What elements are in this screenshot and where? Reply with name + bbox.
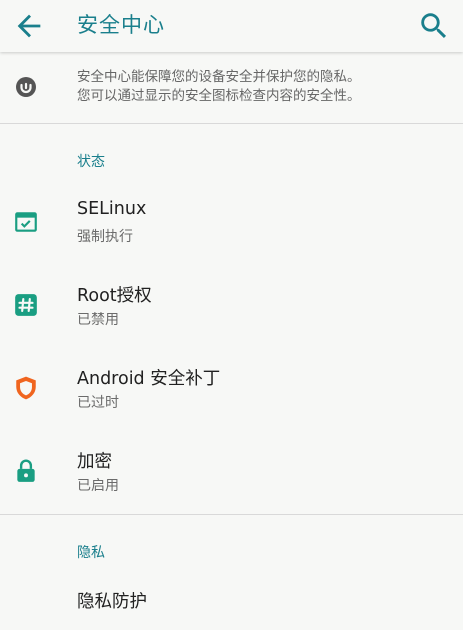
item-title: 隐私防护 — [77, 592, 147, 612]
item-title: SELinux — [77, 199, 147, 219]
status-item-security-patch[interactable]: Android 安全补丁 已过时 — [0, 347, 463, 427]
info-banner: 安全中心能保障您的设备安全并保护您的隐私。 您可以通过显示的安全图标检查内容的安… — [0, 52, 463, 124]
item-title: Android 安全补丁 — [77, 369, 221, 389]
lock-icon — [17, 459, 35, 482]
app-bar: 安全中心 — [0, 0, 463, 52]
item-title: 加密 — [77, 452, 112, 472]
section-header-status: 状态 — [77, 154, 105, 170]
status-item-selinux[interactable]: SELinux 强制执行 — [0, 181, 463, 261]
section-divider — [0, 514, 463, 515]
back-button[interactable] — [12, 9, 46, 43]
shield-icon — [16, 376, 36, 400]
search-button[interactable] — [417, 9, 451, 43]
item-subtitle: 已禁用 — [77, 312, 119, 328]
guard-icon — [16, 77, 36, 97]
back-arrow-icon — [17, 14, 41, 38]
info-text: 安全中心能保障您的设备安全并保护您的隐私。 您可以通过显示的安全图标检查内容的安… — [77, 68, 447, 106]
item-subtitle: 已过时 — [77, 395, 119, 411]
hashtag-icon — [15, 294, 37, 316]
section-header-privacy: 隐私 — [77, 545, 105, 561]
item-title: Root授权 — [77, 286, 152, 306]
browser-check-icon — [15, 212, 37, 232]
item-subtitle: 强制执行 — [77, 229, 133, 245]
privacy-item-protection[interactable]: 隐私防护 — [0, 570, 463, 630]
info-line-2: 您可以通过显示的安全图标检查内容的安全性。 — [77, 88, 361, 104]
page-title: 安全中心 — [77, 13, 165, 37]
item-subtitle: 已启用 — [77, 478, 119, 494]
info-line-1: 安全中心能保障您的设备安全并保护您的隐私。 — [77, 69, 361, 85]
status-item-root[interactable]: Root授权 已禁用 — [0, 264, 463, 344]
search-icon — [421, 13, 447, 39]
status-item-encryption[interactable]: 加密 已启用 — [0, 430, 463, 510]
